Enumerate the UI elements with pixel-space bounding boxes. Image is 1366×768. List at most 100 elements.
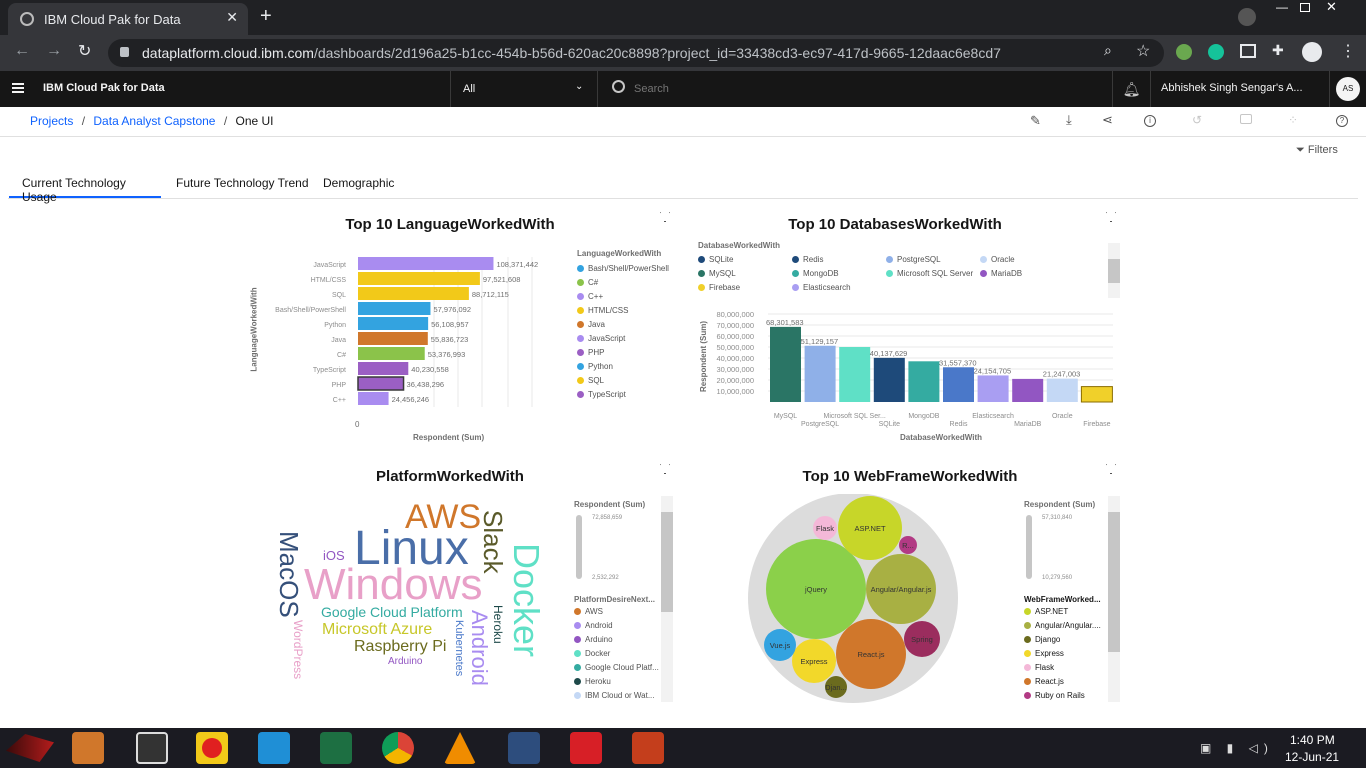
db-legend-item[interactable]: Microsoft SQL Server (886, 266, 980, 280)
zoom-icon[interactable]: ⌕ (1104, 42, 1112, 59)
db-filter-icon[interactable] (1106, 212, 1116, 222)
db-legend-item[interactable]: Oracle (980, 252, 1074, 266)
chrome-icon[interactable] (382, 732, 414, 764)
web-legend-item[interactable]: Express (1024, 646, 1108, 660)
lang-bar-php[interactable] (357, 376, 405, 391)
grid-icon[interactable]: ⁘ (1288, 113, 1298, 127)
platform-legend-item[interactable]: Arduino (574, 632, 660, 646)
db-legend-item[interactable]: Firebase (698, 280, 792, 294)
tab-future-technology[interactable]: Future Technology Trend (163, 170, 322, 198)
notification-bell-icon[interactable]: 🔔︎ (1112, 71, 1150, 107)
web-filter-icon[interactable] (1106, 464, 1116, 474)
platform-legend-item[interactable]: AWS (574, 604, 660, 618)
bookmark-star-icon[interactable]: ☆ (1136, 41, 1150, 61)
close-window-icon[interactable]: ✕ (1326, 0, 1337, 15)
db-legend-item[interactable]: MongoDB (792, 266, 886, 280)
platform-legend-item[interactable]: Docker (574, 646, 660, 660)
start-logo-icon[interactable] (6, 734, 54, 762)
forward-icon[interactable]: → (46, 42, 62, 60)
lang-bar-bash-shell-powershell[interactable] (358, 302, 431, 315)
lang-legend-item[interactable]: PHP (577, 345, 669, 359)
db-legend-item[interactable]: MySQL (698, 266, 792, 280)
db-legend-item[interactable]: Elasticsearch (792, 280, 886, 294)
db-bar-redis[interactable] (943, 367, 974, 402)
db-bar-mysql[interactable] (770, 326, 801, 402)
lang-legend-item[interactable]: JavaScript (577, 331, 669, 345)
lang-legend-item[interactable]: Bash/Shell/PowerShell (577, 261, 669, 275)
share-icon[interactable]: ⋖ (1102, 112, 1113, 128)
platform-filter-icon[interactable] (660, 464, 670, 474)
lang-legend-item[interactable]: Python (577, 359, 669, 373)
user-avatar[interactable]: AS (1336, 77, 1360, 101)
hamburger-menu-icon[interactable] (12, 83, 24, 93)
task-view-icon[interactable] (508, 732, 540, 764)
db-legend-item[interactable]: PostgreSQL (886, 252, 980, 266)
db-legend-item[interactable]: Redis (792, 252, 886, 266)
web-legend-item[interactable]: Angular/Angular.... (1024, 618, 1108, 632)
edit-icon[interactable]: ✎ (1030, 113, 1041, 129)
lang-legend-item[interactable]: Java (577, 317, 669, 331)
lang-legend-item[interactable]: TypeScript (577, 387, 669, 401)
lang-bar-java[interactable] (358, 332, 428, 345)
web-legend-item[interactable]: ASP.NET (1024, 604, 1108, 618)
vscode-icon[interactable] (258, 732, 290, 764)
powerpoint-icon[interactable] (632, 732, 664, 764)
lang-legend-item[interactable]: HTML/CSS (577, 303, 669, 317)
breadcrumb-project[interactable]: Data Analyst Capstone (93, 114, 215, 128)
clock-time[interactable]: 1:40 PM (1290, 733, 1335, 747)
restore-icon[interactable] (1300, 3, 1310, 12)
web-legend-scrollbar[interactable] (1108, 496, 1120, 702)
product-name[interactable]: IBM Cloud Pak for Data (43, 82, 165, 94)
reading-list-icon[interactable] (1240, 44, 1256, 58)
db-bar-sqlite[interactable] (873, 357, 905, 402)
web-legend-item[interactable]: Ruby on Rails (1024, 688, 1108, 702)
platform-legend-item[interactable]: Android (574, 618, 660, 632)
clock-date[interactable]: 12-Jun-21 (1285, 750, 1339, 764)
breadcrumb-projects[interactable]: Projects (30, 114, 73, 128)
browser-tab[interactable]: IBM Cloud Pak for Data ✕ (8, 3, 248, 35)
chrome-menu-icon[interactable]: ⋮ (1340, 41, 1356, 61)
extension-icon[interactable] (1176, 44, 1192, 60)
web-legend-item[interactable]: React.js (1024, 674, 1108, 688)
lang-bar-python[interactable] (358, 317, 429, 330)
lang-bar-c[interactable] (358, 347, 425, 360)
web-legend-item[interactable]: Flask (1024, 660, 1108, 674)
db-legend-scrollbar[interactable] (1108, 243, 1120, 298)
platform-legend-item[interactable]: Google Cloud Platf... (574, 660, 660, 674)
lang-bar-javascript[interactable] (358, 257, 494, 270)
db-bar-microsoft-sql-server[interactable] (839, 347, 871, 402)
lang-legend-item[interactable]: SQL (577, 373, 669, 387)
address-bar[interactable]: dataplatform.cloud.ibm.com /dashboards/2… (108, 39, 1164, 67)
back-icon[interactable]: ← (14, 42, 30, 60)
lang-bar-sql[interactable] (358, 287, 469, 300)
scope-dropdown[interactable]: All ⌄ (450, 71, 598, 107)
tab-search-icon[interactable] (1238, 8, 1256, 26)
db-bar-mongodb[interactable] (908, 361, 940, 402)
camera-app-icon[interactable] (136, 732, 168, 764)
account-switcher[interactable]: Abhishek Singh Sengar's A... (1150, 71, 1330, 107)
db-bar-postgresql[interactable] (804, 345, 836, 402)
grammarly-icon[interactable] (1208, 44, 1224, 60)
db-bar-firebase[interactable] (1080, 386, 1113, 403)
db-bar-oracle[interactable] (1046, 378, 1078, 402)
info-icon[interactable]: i (1144, 115, 1156, 127)
db-legend-item[interactable]: MariaDB (980, 266, 1074, 280)
filters-button[interactable]: ⏷ Filters (1296, 144, 1338, 157)
download-icon[interactable]: ⤓ (1066, 112, 1072, 128)
web-legend-item[interactable]: Django (1024, 632, 1108, 646)
comment-icon[interactable] (1240, 114, 1252, 124)
search-input[interactable] (634, 77, 1104, 101)
platform-legend-scrollbar[interactable] (661, 496, 673, 702)
lang-filter-icon[interactable] (660, 212, 670, 222)
close-tab-icon[interactable]: ✕ (226, 9, 238, 26)
lang-legend-item[interactable]: C# (577, 275, 669, 289)
vlc-icon[interactable] (444, 732, 476, 764)
db-bar-mariadb[interactable] (1012, 378, 1044, 402)
lang-legend-item[interactable]: C++ (577, 289, 669, 303)
minimize-icon[interactable]: — (1276, 0, 1288, 14)
platform-legend-item[interactable]: Heroku (574, 674, 660, 688)
lang-bar-html-css[interactable] (358, 272, 480, 285)
acrobat-icon[interactable] (570, 732, 602, 764)
db-bar-elasticsearch[interactable] (977, 375, 1009, 402)
media-player-icon[interactable] (72, 732, 104, 764)
